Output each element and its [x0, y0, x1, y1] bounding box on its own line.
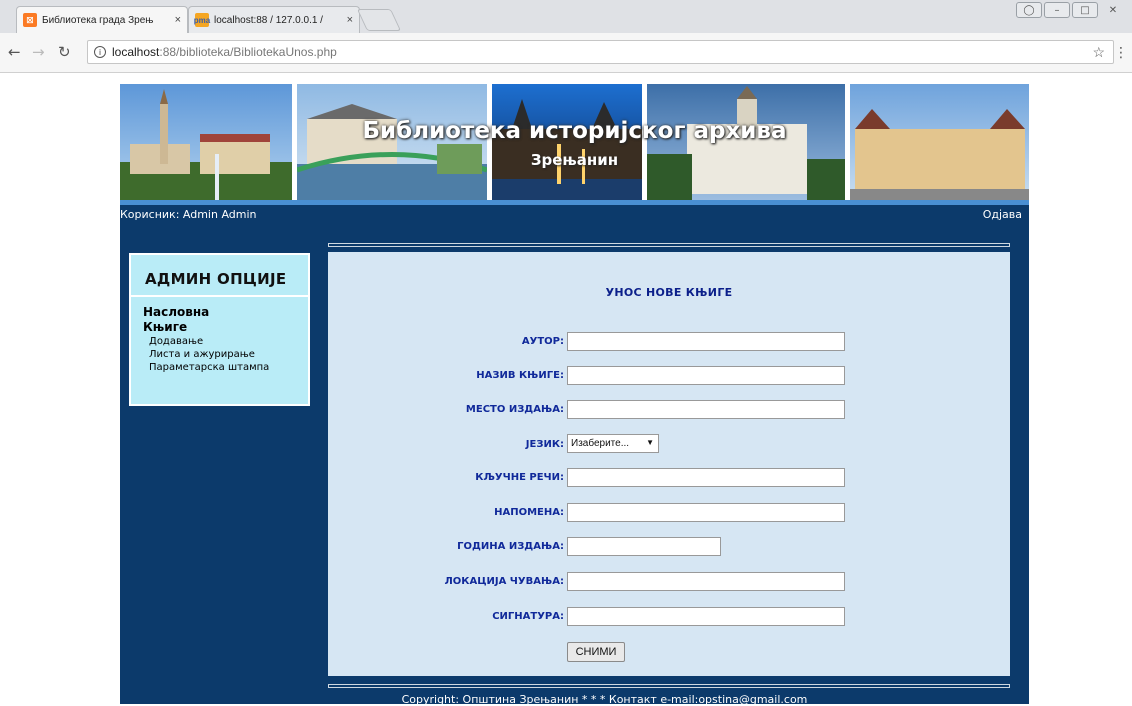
book-title-input[interactable] — [567, 366, 845, 385]
author-label: АУТОР: — [521, 336, 564, 347]
phpmyadmin-icon: pma — [194, 13, 210, 27]
user-bar: Корисник: Admin Admin Одјава — [120, 205, 1029, 223]
banner-divider — [487, 84, 492, 205]
form-title: УНОС НОВЕ КЊИГЕ — [605, 286, 733, 299]
close-tab-icon[interactable]: × — [347, 14, 353, 26]
storage-location-input[interactable] — [567, 572, 845, 591]
note-input[interactable] — [567, 503, 845, 522]
note-label: НАПОМЕНА: — [494, 507, 564, 518]
form-row-location: ЛОКАЦИЈА ЧУВАЊА: — [328, 572, 1010, 592]
form-row-language: ЈЕЗИК: Изаберите... ▼ — [328, 434, 1010, 455]
publication-year-label: ГОДИНА ИЗДАЊА: — [457, 541, 564, 552]
publication-year-input[interactable] — [567, 537, 721, 556]
form-row-author: АУТОР: — [328, 332, 1010, 352]
tab-title: Библиотека града Зрењ — [42, 14, 154, 26]
maximize-button[interactable]: □ — [1072, 2, 1098, 18]
banner-divider — [642, 84, 647, 205]
sidebar-item-books[interactable]: Књиге — [131, 320, 308, 335]
form-row-title: НАЗИВ КЊИГЕ: — [328, 366, 1010, 386]
close-tab-icon[interactable]: × — [175, 14, 181, 26]
close-window-button[interactable]: ✕ — [1100, 2, 1126, 18]
form-row-note: НАПОМЕНА: — [328, 503, 1010, 523]
publication-place-label: МЕСТО ИЗДАЊА: — [465, 404, 564, 415]
url-path: :88/biblioteka/BibliotekaUnos.php — [159, 45, 337, 59]
sidebar-title: АДМИН ОПЦИЈЕ — [131, 255, 308, 297]
signature-label: СИГНАТУРА: — [492, 611, 564, 622]
site-title: Библиотека историјског архива — [362, 118, 787, 144]
author-input[interactable] — [567, 332, 845, 351]
keywords-input[interactable] — [567, 468, 845, 487]
banner-divider — [292, 84, 297, 205]
more-menu-icon[interactable]: ⋮ — [1114, 45, 1128, 61]
reload-icon[interactable]: ↻ — [58, 43, 71, 61]
tab-phpmyadmin[interactable]: pma localhost:88 / 127.0.0.1 / × — [188, 6, 360, 33]
book-entry-form: УНОС НОВЕ КЊИГЕ АУТОР: НАЗИВ КЊИГЕ: МЕСТ… — [328, 252, 1010, 676]
sidebar-item-add[interactable]: Додавање — [131, 335, 308, 348]
signature-input[interactable] — [567, 607, 845, 626]
url-host: localhost — [112, 45, 160, 59]
window-controls: ◯ – □ ✕ — [1016, 2, 1126, 18]
dropdown-arrow-icon: ▼ — [646, 438, 654, 447]
new-tab-button[interactable] — [356, 9, 402, 31]
forward-arrow-icon[interactable]: → — [32, 43, 45, 61]
page-container: Библиотека историјског архива Зрењанин К… — [120, 84, 1029, 706]
sidebar-item-home[interactable]: Насловна — [131, 305, 308, 320]
admin-sidebar: АДМИН ОПЦИЈЕ Насловна Књиге Додавање Лис… — [129, 253, 310, 406]
form-row-year: ГОДИНА ИЗДАЊА: — [328, 537, 1010, 557]
current-user-label: Корисник: Admin Admin — [120, 208, 257, 221]
browser-tab-bar: ☒ Библиотека града Зрењ × pma localhost:… — [0, 0, 1132, 33]
footer-copyright: Copyright: Општина Зрењанин * * * Контак… — [401, 693, 808, 706]
top-divider — [328, 243, 1010, 247]
back-arrow-icon[interactable]: ← — [8, 43, 21, 61]
xampp-icon: ☒ — [23, 13, 37, 27]
address-bar-row: ← → ↻ i localhost:88/biblioteka/Bibliote… — [0, 33, 1132, 73]
minimize-button[interactable]: – — [1044, 2, 1070, 18]
profile-icon[interactable]: ◯ — [1016, 2, 1042, 18]
sidebar-item-parametric-print[interactable]: Параметарска штампа — [131, 361, 308, 374]
language-select[interactable]: Изаберите... ▼ — [567, 434, 659, 453]
bottom-divider — [328, 684, 1010, 688]
book-title-label: НАЗИВ КЊИГЕ: — [476, 370, 564, 381]
bookmark-star-icon[interactable]: ☆ — [1092, 44, 1105, 61]
storage-location-label: ЛОКАЦИЈА ЧУВАЊА: — [444, 576, 565, 587]
save-button[interactable]: СНИМИ — [567, 642, 625, 662]
tab-title: localhost:88 / 127.0.0.1 / — [214, 14, 323, 26]
language-selected-value: Изаберите... — [571, 438, 630, 449]
logout-link[interactable]: Одјава — [983, 208, 1022, 221]
form-row-place: МЕСТО ИЗДАЊА: — [328, 400, 1010, 420]
url-input[interactable]: i localhost:88/biblioteka/BibliotekaUnos… — [87, 40, 1114, 64]
keywords-label: КЉУЧНЕ РЕЧИ: — [475, 472, 564, 483]
publication-place-input[interactable] — [567, 400, 845, 419]
sidebar-item-list-update[interactable]: Листа и ажурирање — [131, 348, 308, 361]
header-banner: Библиотека историјског архива Зрењанин — [120, 84, 1029, 205]
form-row-keywords: КЉУЧНЕ РЕЧИ: — [328, 468, 1010, 488]
tab-biblioteka[interactable]: ☒ Библиотека града Зрењ × — [16, 6, 188, 33]
form-row-signature: СИГНАТУРА: — [328, 607, 1010, 627]
info-icon[interactable]: i — [94, 46, 106, 58]
site-subtitle: Зрењанин — [530, 151, 619, 169]
banner-divider — [845, 84, 850, 205]
language-label: ЈЕЗИК: — [525, 439, 564, 450]
